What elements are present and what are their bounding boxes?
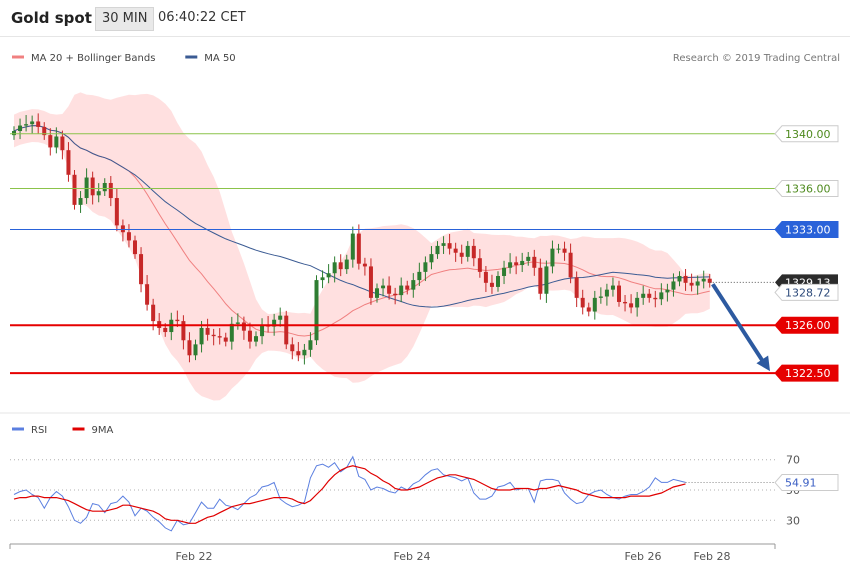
svg-text:9MA: 9MA [92, 425, 114, 436]
ma50-value-label: 1328.72 [774, 283, 839, 301]
candle [544, 260, 549, 303]
level-label-resistance: 1340.00 [774, 125, 839, 143]
legend-label: MA 20 + Bollinger Bands [31, 53, 155, 64]
projection-arrow [711, 283, 770, 372]
level-label-resistance: 1336.00 [774, 179, 839, 197]
candle [356, 224, 361, 270]
x-tick-label: Feb 22 [176, 550, 213, 563]
svg-text:1333.00: 1333.00 [785, 223, 831, 236]
legend-item-1: MA 50 [185, 53, 236, 64]
timestamp: 06:40:22 CET [158, 10, 246, 25]
rsi-value-label: 54.91 [774, 474, 839, 492]
credit-text: Research © 2019 Trading Central [673, 53, 840, 64]
svg-text:1322.50: 1322.50 [785, 367, 831, 380]
x-tick-label: Feb 28 [694, 550, 731, 563]
rsi-tick-label: 30 [786, 514, 800, 527]
candle [320, 270, 325, 289]
legend-item-0: MA 20 + Bollinger Bands [12, 53, 155, 64]
svg-text:54.91: 54.91 [785, 477, 817, 490]
x-tick-label: Feb 24 [394, 550, 431, 563]
level-label-support: 1326.00 [774, 316, 839, 334]
interval-selector[interactable]: 30 MIN [95, 7, 155, 31]
price-chart[interactable]: MA 20 + Bollinger Bands MA 50 Research © 2… [0, 36, 850, 576]
svg-text:RSI: RSI [31, 425, 47, 436]
candle [72, 170, 77, 210]
level-label-pivot: 1333.00 [774, 220, 839, 238]
bollinger-band [14, 92, 710, 401]
rsi-tick-label: 70 [786, 454, 800, 467]
instrument-title: Gold spot [11, 9, 92, 27]
candle [314, 275, 319, 346]
svg-text:1328.72: 1328.72 [785, 286, 831, 299]
level-label-support: 1322.50 [774, 364, 839, 382]
header-bar: Gold spot 30 MIN 06:40:22 CET [0, 0, 850, 37]
rsi-legend-item-0: RSI [12, 425, 47, 436]
legend-label: MA 50 [204, 53, 235, 64]
rsi-ma-line [13, 465, 686, 524]
x-tick-label: Feb 26 [625, 550, 662, 563]
svg-text:1336.00: 1336.00 [785, 182, 831, 195]
svg-text:1326.00: 1326.00 [785, 319, 831, 332]
rsi-legend-item-1: 9MA [72, 425, 114, 436]
candle [284, 310, 289, 350]
svg-text:1340.00: 1340.00 [785, 128, 831, 141]
